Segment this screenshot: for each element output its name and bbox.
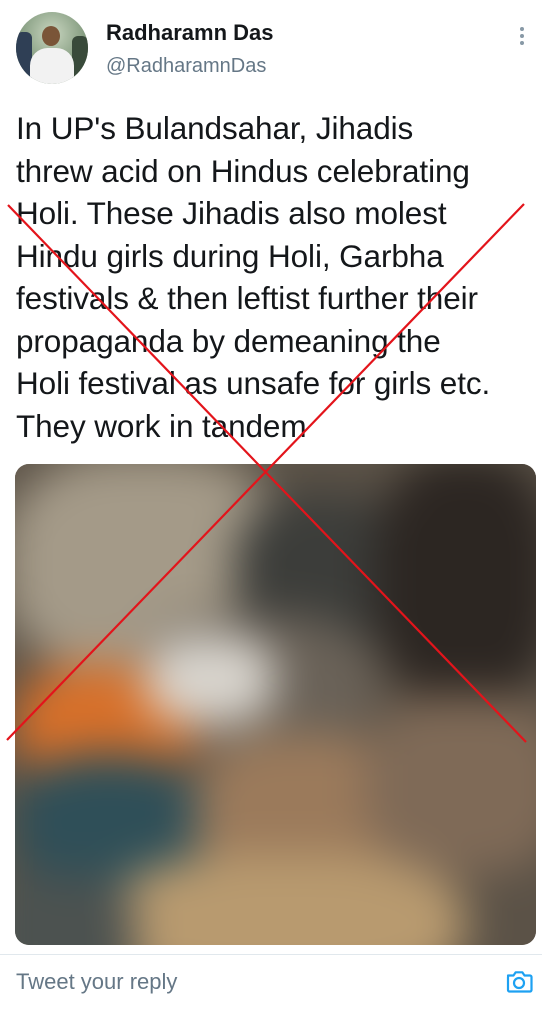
more-options-icon[interactable]: [515, 24, 529, 48]
avatar-person-face: [42, 26, 60, 46]
tweet-media-image[interactable]: [15, 464, 536, 945]
tweet-text: In UP's Bulandsahar, Jihadis threw acid …: [16, 110, 491, 444]
avatar-person-shirt: [30, 48, 74, 84]
camera-icon[interactable]: [504, 966, 534, 996]
avatar[interactable]: [16, 12, 88, 84]
author-display-name[interactable]: Radharamn Das: [106, 20, 274, 46]
avatar-person-right: [72, 36, 88, 84]
author-handle[interactable]: @RadharamnDas: [106, 55, 266, 78]
blurred-photo: [15, 464, 536, 945]
reply-input[interactable]: [16, 965, 486, 999]
reply-divider: [0, 954, 542, 955]
